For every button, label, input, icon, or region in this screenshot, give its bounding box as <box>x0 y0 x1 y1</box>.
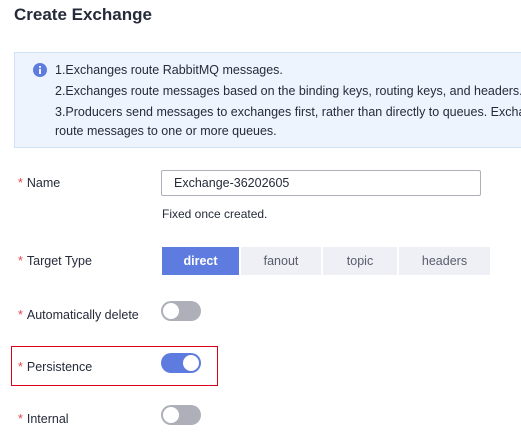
persistence-label: * Persistence <box>18 360 92 374</box>
auto-delete-toggle[interactable] <box>161 301 201 321</box>
name-hint: Fixed once created. <box>162 207 268 221</box>
name-label-text: Name <box>26 176 61 190</box>
target-type-label: * Target Type <box>18 254 92 268</box>
required-mark: * <box>18 412 23 426</box>
required-mark: * <box>18 308 23 322</box>
toggle-knob <box>163 407 179 423</box>
target-type-fanout[interactable]: fanout <box>241 247 321 275</box>
internal-toggle[interactable] <box>161 405 201 425</box>
target-type-label-text: Target Type <box>26 254 92 268</box>
page-title: Create Exchange <box>14 5 152 24</box>
target-type-headers[interactable]: headers <box>399 247 490 275</box>
required-mark: * <box>18 254 23 268</box>
info-icon <box>33 63 47 77</box>
persistence-toggle[interactable] <box>161 353 201 373</box>
toggle-knob <box>163 303 179 319</box>
internal-label: * Internal <box>18 412 69 426</box>
info-line: 3.Producers send messages to exchanges f… <box>55 105 521 119</box>
name-label: * Name <box>18 176 60 190</box>
internal-label-text: Internal <box>26 412 69 426</box>
required-mark: * <box>18 360 23 374</box>
required-mark: * <box>18 176 23 190</box>
target-type-selector: direct fanout topic headers <box>162 247 490 275</box>
auto-delete-label: * Automatically delete <box>18 308 139 322</box>
toggle-knob <box>183 355 199 371</box>
persistence-label-text: Persistence <box>26 360 93 374</box>
target-type-direct[interactable]: direct <box>162 247 239 275</box>
info-banner: 1.Exchanges route RabbitMQ messages. 2.E… <box>14 52 521 148</box>
target-type-topic[interactable]: topic <box>323 247 397 275</box>
auto-delete-label-text: Automatically delete <box>26 308 139 322</box>
name-input[interactable] <box>161 170 481 196</box>
info-line: 1.Exchanges route RabbitMQ messages. <box>55 63 283 77</box>
info-line: route messages to one or more queues. <box>55 124 277 138</box>
info-line: 2.Exchanges route messages based on the … <box>55 84 521 98</box>
